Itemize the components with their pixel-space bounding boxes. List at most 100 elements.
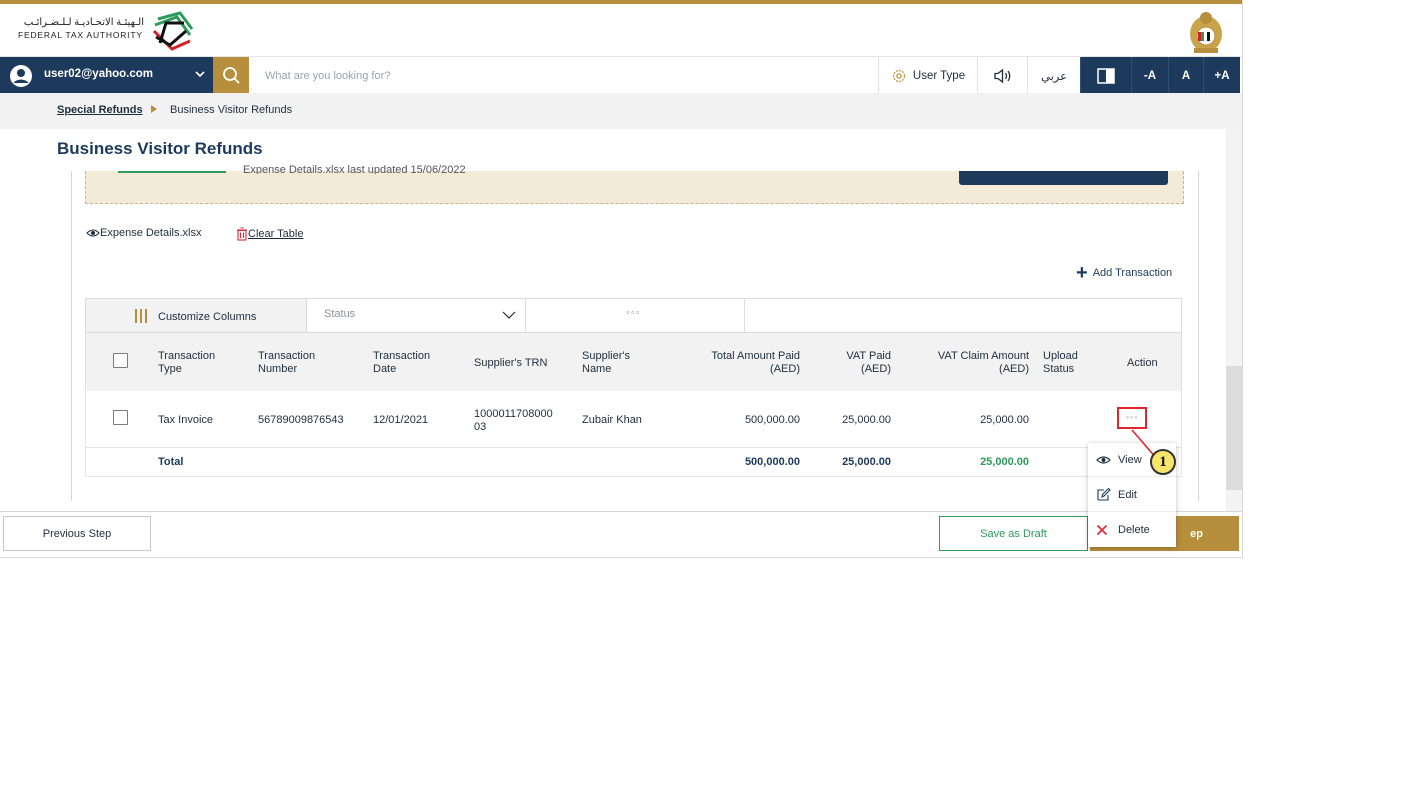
app-window: الـهيئـة الاتحـاديـة لـلـضـرائـب FEDERAL… <box>0 0 1243 558</box>
total-claim: 25,000.00 <box>980 456 1029 468</box>
cell-total: 500,000.00 <box>744 414 800 426</box>
table-row: Tax Invoice 56789009876543 12/01/2021 10… <box>85 391 1182 448</box>
menu-delete-label: Delete <box>1118 524 1150 536</box>
cell-type: Tax Invoice <box>158 414 214 426</box>
page-title: Business Visitor Refunds <box>57 139 263 158</box>
menu-item-delete[interactable]: Delete <box>1088 513 1176 547</box>
col-vat-claim[interactable]: VAT Claim Amount (AED) <box>908 350 1029 376</box>
site-header: الـهيئـة الاتحـاديـة لـلـضـرائـب FEDERAL… <box>0 4 1242 56</box>
scrollbar-thumb[interactable] <box>1226 366 1242 490</box>
eye-icon <box>86 229 100 237</box>
breadcrumb: Special Refunds Business Visitor Refunds <box>0 93 1242 129</box>
cell-date: 12/01/2021 <box>373 414 429 426</box>
menu-item-edit[interactable]: Edit <box>1088 478 1176 512</box>
user-type-button[interactable]: User Type <box>878 57 977 94</box>
table-total-row: Total 500,000.00 25,000.00 25,000.00 <box>85 448 1182 477</box>
cell-claim: 25,000.00 <box>980 414 1029 426</box>
gear-icon <box>892 69 905 82</box>
font-decrease-button[interactable]: -A <box>1131 57 1168 94</box>
cell-trn: 1000011708000 03 <box>474 408 553 434</box>
col-total-line1: Total Amount Paid <box>711 350 800 362</box>
col-type-line1: Transaction <box>158 350 216 362</box>
col-number-line2: Number <box>258 363 298 375</box>
top-navbar: user02@yahoo.com User Type <box>0 56 1242 94</box>
col-supplier-name[interactable]: Supplier's Name <box>582 350 630 376</box>
menu-edit-label: Edit <box>1118 488 1137 501</box>
col-name-line1: Supplier's <box>582 350 630 362</box>
contrast-toggle[interactable] <box>1080 57 1131 94</box>
cell-trn-line1: 1000011708000 <box>474 408 553 420</box>
search-icon <box>223 67 240 84</box>
language-toggle[interactable]: عربي <box>1027 57 1080 94</box>
table-header: Transaction Type Transaction Number Tran… <box>85 333 1182 391</box>
col-transaction-type[interactable]: Transaction Type <box>158 350 215 376</box>
trash-icon <box>237 227 247 241</box>
font-default-button[interactable]: A <box>1168 57 1203 94</box>
col-upload-line2: Status <box>1043 363 1075 375</box>
col-upload-line1: Upload <box>1043 350 1078 362</box>
breadcrumb-special-refunds[interactable]: Special Refunds <box>57 104 143 116</box>
chevron-down-icon[interactable] <box>194 68 206 80</box>
speaker-icon <box>993 68 1010 83</box>
clear-table-link[interactable]: Clear Table <box>236 227 303 241</box>
col-date-line2: Date <box>373 363 397 375</box>
cell-vat: 25,000.00 <box>842 414 891 426</box>
col-total-amount[interactable]: Total Amount Paid (AED) <box>680 350 800 376</box>
font-increase-button[interactable]: +A <box>1203 57 1240 94</box>
status-filter-dropdown[interactable]: Status <box>307 299 526 332</box>
banner-progress-fragment <box>118 171 226 173</box>
text-to-speech-button[interactable] <box>977 57 1027 94</box>
contrast-icon <box>1097 67 1115 84</box>
col-claim-line1: VAT Claim Amount <box>937 350 1029 362</box>
col-vat-line2: (AED) <box>861 363 891 375</box>
search-input[interactable] <box>255 61 867 91</box>
customize-columns-label: Customize Columns <box>158 311 257 323</box>
select-all-checkbox[interactable] <box>113 353 128 368</box>
breadcrumb-current: Business Visitor Refunds <box>170 104 293 116</box>
uae-emblem-icon <box>1190 12 1222 53</box>
row-checkbox[interactable] <box>113 410 128 425</box>
eye-icon <box>1096 455 1111 464</box>
footer-bar: Previous Step Save as Draft ep <box>0 511 1242 557</box>
add-transaction-label: Add Transaction <box>1092 267 1173 279</box>
fta-logo-icon[interactable] <box>150 9 196 53</box>
col-name-line2: Name <box>582 363 612 375</box>
col-date-line1: Transaction <box>373 350 431 362</box>
save-draft-button[interactable]: Save as Draft <box>939 516 1088 551</box>
total-label: Total <box>158 456 184 468</box>
fta-logo-text[interactable]: الـهيئـة الاتحـاديـة لـلـضـرائـب FEDERAL… <box>18 16 144 42</box>
toolbar-more-button[interactable]: ◦◦◦ <box>526 299 745 332</box>
col-claim-line2: (AED) <box>999 363 1029 375</box>
breadcrumb-arrow-icon <box>151 105 157 113</box>
user-type-label: User Type <box>912 69 966 82</box>
col-number-line1: Transaction <box>258 350 316 362</box>
previous-step-button[interactable]: Previous Step <box>3 516 151 551</box>
search-button[interactable] <box>213 57 249 94</box>
plus-icon: + <box>1076 262 1088 284</box>
logo-english-text: FEDERAL TAX AUTHORITY <box>18 30 143 40</box>
more-dots-icon: ◦◦◦ <box>626 307 641 319</box>
col-transaction-number[interactable]: Transaction Number <box>258 350 315 376</box>
edit-icon <box>1097 487 1111 501</box>
row-action-button[interactable]: ◦◦◦ <box>1117 407 1147 429</box>
col-total-line2: (AED) <box>770 363 800 375</box>
col-type-line2: Type <box>158 363 182 375</box>
col-action: Action <box>1127 357 1158 369</box>
expense-file-link[interactable]: Expense Details.xlsx <box>86 227 202 239</box>
add-transaction-button[interactable]: + Add Transaction <box>1076 262 1173 284</box>
clear-table-label: Clear Table <box>248 228 304 240</box>
col-transaction-date[interactable]: Transaction Date <box>373 350 430 376</box>
col-vat-line1: VAT Paid <box>846 350 891 362</box>
user-menu[interactable]: user02@yahoo.com <box>0 57 213 94</box>
table-toolbar: Customize Columns Status ◦◦◦ <box>85 298 1182 333</box>
callout-badge: 1 <box>1150 449 1176 475</box>
customize-columns-button[interactable]: Customize Columns <box>86 299 307 332</box>
col-upload-status[interactable]: Upload Status <box>1043 350 1078 376</box>
col-supplier-trn[interactable]: Supplier's TRN <box>474 357 547 370</box>
chevron-down-icon <box>502 311 516 319</box>
col-vat-paid[interactable]: VAT Paid (AED) <box>816 350 891 376</box>
cell-number: 56789009876543 <box>258 414 344 426</box>
cell-trn-line2: 03 <box>474 421 487 433</box>
total-amount: 500,000.00 <box>744 456 800 468</box>
banner-upload-button[interactable] <box>959 171 1168 185</box>
